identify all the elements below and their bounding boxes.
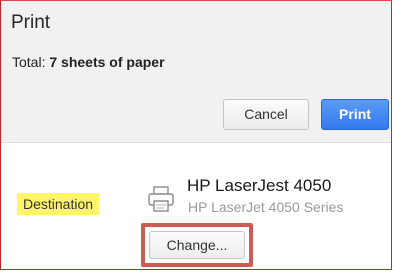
printer-series: HP LaserJet 4050 Series [188,199,344,215]
printer-icon [148,186,174,212]
total-value: 7 sheets of paper [49,54,165,70]
destination-label: Destination [17,193,100,215]
total-label: Total: [12,54,46,70]
print-button[interactable]: Print [321,99,389,130]
printer-name: HP LaserJest 4050 [187,176,332,195]
print-header: Print Total: 7 sheets of paper Cancel Pr… [1,1,391,143]
total-sheets: Total: 7 sheets of paper [12,54,165,70]
change-button[interactable]: Change... [149,231,245,259]
dialog-title: Print [11,12,51,33]
cancel-button[interactable]: Cancel [223,99,309,130]
change-button-highlight: Change... [141,223,253,267]
print-dialog: Print Total: 7 sheets of paper Cancel Pr… [0,0,392,270]
